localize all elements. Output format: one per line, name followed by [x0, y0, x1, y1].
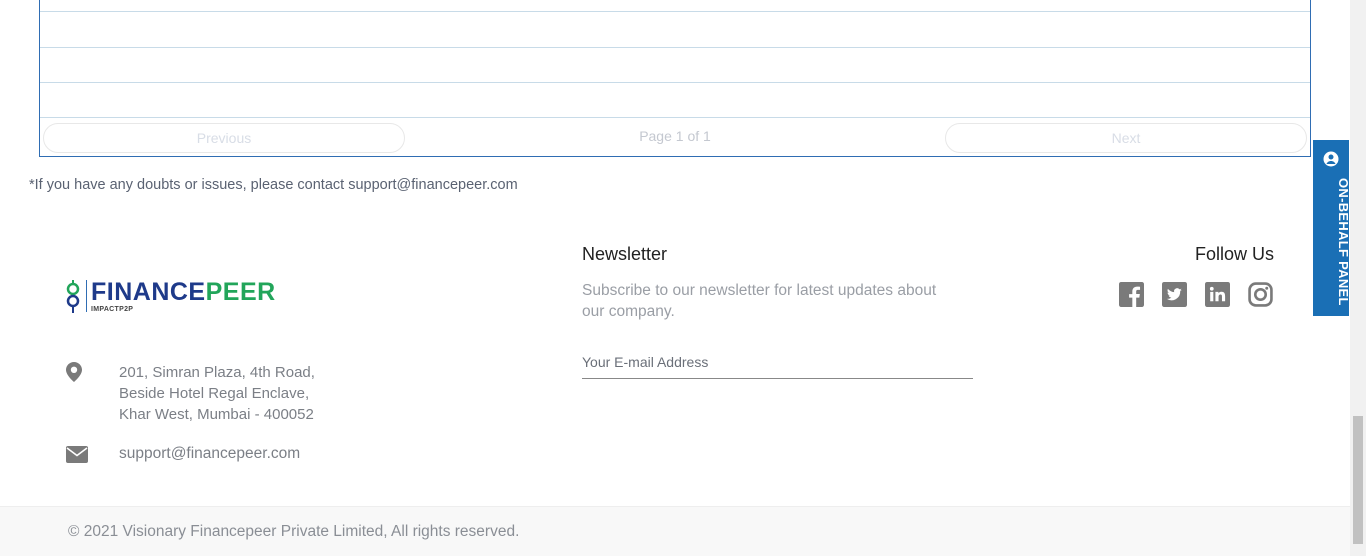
address-line: Khar West, Mumbai - 400052 — [119, 406, 314, 423]
previous-page-button[interactable]: Previous — [43, 123, 405, 153]
newsletter-description: Subscribe to our newsletter for latest u… — [582, 282, 937, 320]
copyright-text: © 2021 Visionary Financepeer Private Lim… — [68, 523, 520, 540]
newsletter-email-input[interactable] — [582, 345, 973, 379]
table-row-divider — [40, 117, 1310, 118]
financepeer-logo[interactable]: FINANCEPEER IMPACTP2P — [65, 278, 305, 318]
support-notice: *If you have any doubts or issues, pleas… — [29, 177, 518, 193]
scrollbar-thumb[interactable] — [1353, 416, 1363, 544]
support-email-link[interactable]: support@financepeer.com — [119, 445, 300, 463]
envelope-icon — [66, 446, 88, 463]
twitter-icon[interactable] — [1162, 282, 1187, 307]
copyright-bar: © 2021 Visionary Financepeer Private Lim… — [0, 506, 1350, 556]
follow-us-title: Follow Us — [1195, 244, 1275, 264]
newsletter-title: Newsletter — [582, 244, 668, 264]
brand-tagline: IMPACTP2P — [91, 306, 134, 313]
logo-mark-icon — [66, 280, 80, 313]
next-page-button[interactable]: Next — [945, 123, 1307, 153]
user-circle-icon — [1323, 151, 1339, 167]
table-pagination: Previous Page 1 of 1 Next — [40, 123, 1310, 155]
address-line: Beside Hotel Regal Enclave, — [119, 385, 310, 402]
table-row-divider — [40, 11, 1310, 12]
table-row-divider — [40, 82, 1310, 83]
on-behalf-panel-tab[interactable]: ON-BEHALF PANEL — [1313, 140, 1351, 316]
address-line: 201, Simran Plaza, 4th Road, — [119, 364, 315, 381]
facebook-icon[interactable] — [1119, 282, 1144, 307]
transactions-table: Previous Page 1 of 1 Next — [39, 0, 1311, 157]
page-scrollbar[interactable] — [1350, 0, 1366, 556]
instagram-icon[interactable] — [1248, 282, 1273, 307]
on-behalf-panel-label: ON-BEHALF PANEL — [1336, 178, 1351, 306]
page-info: Page 1 of 1 — [639, 128, 711, 144]
location-pin-icon — [66, 362, 82, 382]
logo-separator — [86, 280, 87, 312]
office-address: 201, Simran Plaza, 4th Road, Beside Hote… — [119, 362, 315, 425]
brand-name: FINANCEPEER — [91, 278, 276, 306]
linkedin-icon[interactable] — [1205, 282, 1230, 307]
table-row-divider — [40, 47, 1310, 48]
